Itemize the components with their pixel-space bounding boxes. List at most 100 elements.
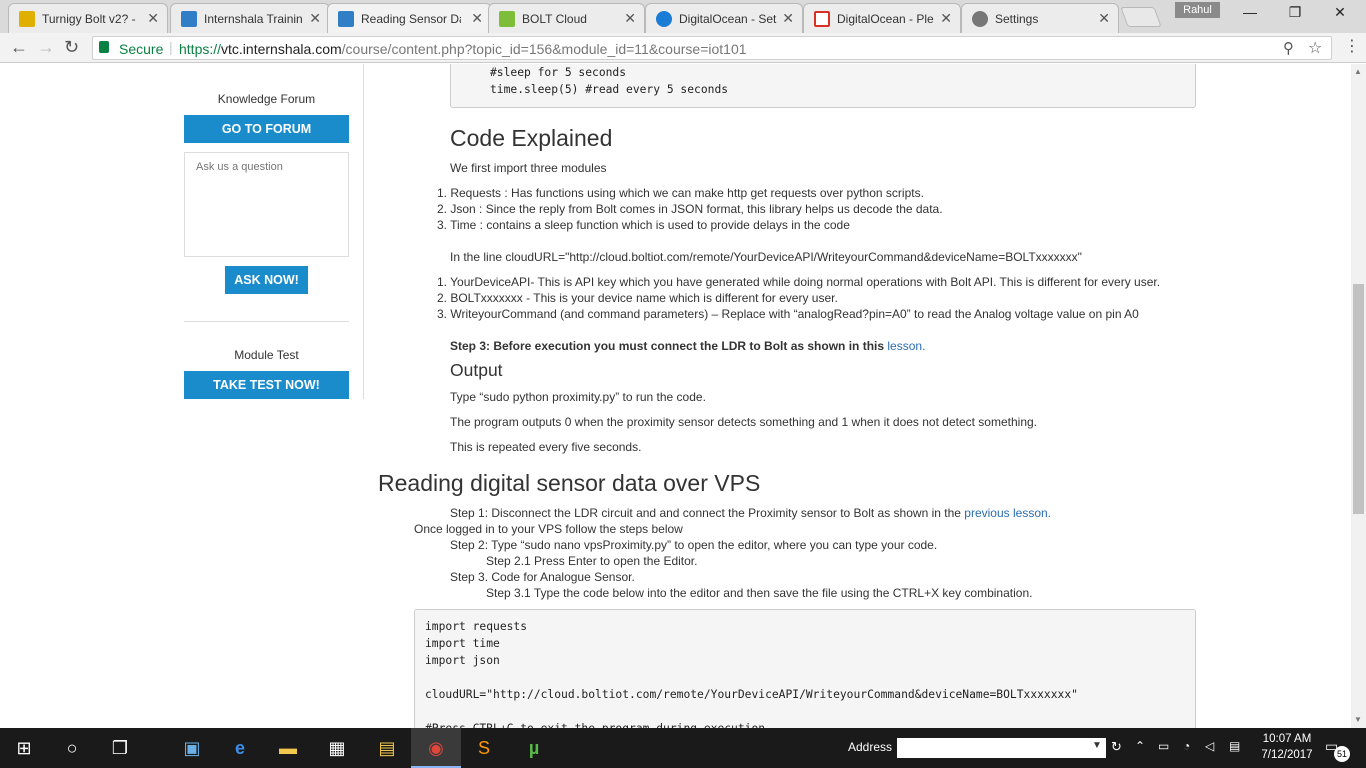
section-heading: Reading digital sensor data over VPS <box>378 470 761 496</box>
output-heading: Output <box>450 360 503 380</box>
restore-icon[interactable]: ❐ <box>1285 4 1305 21</box>
take-test-button[interactable]: TAKE TEST NOW! <box>184 371 349 399</box>
go-to-forum-button[interactable]: GO TO FORUM <box>184 115 349 143</box>
paragraph: This is repeated every five seconds. <box>450 440 642 454</box>
keyboard-icon[interactable]: ▤ <box>1229 739 1240 753</box>
step3-text: Step 3: Before execution you must connec… <box>450 339 926 353</box>
turnigy-icon <box>19 11 35 27</box>
tab-digitalocean-mail[interactable]: DigitalOcean - Ple ✕ <box>803 3 961 33</box>
tab-settings[interactable]: Settings ✕ <box>961 3 1119 33</box>
gear-icon <box>972 11 988 27</box>
tab-digitalocean-setup[interactable]: DigitalOcean - Set ✕ <box>645 3 803 33</box>
reload-icon[interactable]: ↻ <box>64 37 79 58</box>
list-item: 2. BOLTxxxxxxx - This is your device nam… <box>437 291 838 305</box>
code-line: import time <box>425 637 500 650</box>
edge-icon[interactable]: e <box>228 736 252 760</box>
tab-reading-sensor[interactable]: Reading Sensor Da ✕ <box>327 3 492 34</box>
bookmark-star-icon[interactable]: ☆ <box>1308 38 1322 58</box>
battery-icon[interactable]: ▭ <box>1158 739 1169 753</box>
menu-icon[interactable]: ⋮ <box>1344 36 1360 56</box>
chevron-up-icon[interactable]: ⌃ <box>1135 739 1145 753</box>
tab-bolt-cloud[interactable]: BOLT Cloud ✕ <box>488 3 645 33</box>
profile-badge[interactable]: Rahul <box>1175 2 1220 18</box>
sidebar-divider <box>363 64 364 399</box>
address-label: Address <box>848 740 893 754</box>
url-input[interactable]: Secure | https://vtc.internshala.com/cou… <box>92 36 1332 60</box>
clock-date[interactable]: 7/12/2017 <box>1256 749 1318 761</box>
close-tab-icon[interactable]: ✕ <box>782 10 794 27</box>
step2-text: Step 2: Type “sudo nano vpsProximity.py”… <box>450 538 938 552</box>
address-bar: ← → ↻ Secure | https://vtc.internshala.c… <box>0 33 1366 63</box>
list-item: 3. WriteyourCommand (and command paramet… <box>437 307 1139 321</box>
step1-text: Step 1: Disconnect the LDR circuit and a… <box>450 506 1051 520</box>
question-input[interactable] <box>184 152 349 257</box>
tab-internshala[interactable]: Internshala Trainin ✕ <box>170 3 330 33</box>
code-line: import json <box>425 654 500 667</box>
tab-turnigy[interactable]: Turnigy Bolt v2? - ✕ <box>8 3 168 33</box>
close-tab-icon[interactable]: ✕ <box>471 10 483 27</box>
previous-lesson-link[interactable]: previous lesson. <box>964 506 1051 520</box>
module-test-title: Module Test <box>234 348 299 362</box>
minimize-icon[interactable]: — <box>1240 4 1260 20</box>
clock-time[interactable]: 10:07 AM <box>1256 733 1318 745</box>
close-tab-icon[interactable]: ✕ <box>309 10 321 27</box>
pc-icon[interactable]: ▣ <box>180 736 204 760</box>
list-item: 2. Json : Since the reply from Bolt come… <box>437 202 943 216</box>
forum-title: Knowledge Forum <box>217 92 316 106</box>
utorrent-icon[interactable]: µ <box>522 736 546 760</box>
close-window-icon[interactable]: ✕ <box>1330 4 1350 21</box>
step2-1-text: Step 2.1 Press Enter to open the Editor. <box>486 554 698 568</box>
close-tab-icon[interactable]: ✕ <box>624 10 636 27</box>
paragraph: In the line cloudURL="http://cloud.bolti… <box>450 250 1082 264</box>
paragraph: The program outputs 0 when the proximity… <box>450 415 1037 429</box>
notification-count: 51 <box>1334 746 1350 762</box>
code-line: time.sleep(5) #read every 5 seconds <box>490 83 729 96</box>
code-block <box>414 609 1196 728</box>
step3-1-text: Step 3.1 Type the code below into the ed… <box>486 586 1033 600</box>
windows-start-icon[interactable]: ⊞ <box>12 736 36 760</box>
page-content: Knowledge Forum GO TO FORUM ASK NOW! Mod… <box>0 64 1351 728</box>
scroll-up-icon[interactable]: ▲ <box>1354 67 1362 76</box>
close-tab-icon[interactable]: ✕ <box>940 10 952 27</box>
volume-icon[interactable]: ◁ <box>1205 739 1214 753</box>
cortana-icon[interactable]: ○ <box>60 736 84 760</box>
zoom-icon[interactable]: ⚲ <box>1283 39 1294 57</box>
new-tab-button[interactable] <box>1120 7 1162 27</box>
close-tab-icon[interactable]: ✕ <box>1098 10 1110 27</box>
sidebar-separator <box>184 321 349 322</box>
forward-icon[interactable]: → <box>37 37 55 58</box>
wifi-icon[interactable]: ◔ <box>1183 739 1190 753</box>
bolt-icon <box>499 11 515 27</box>
paragraph: Once logged in to your VPS follow the st… <box>414 522 683 536</box>
sublime-icon[interactable]: S <box>472 736 496 760</box>
list-item: 3. Time : contains a sleep function whic… <box>437 218 850 232</box>
code-line: #sleep for 5 seconds <box>490 66 627 79</box>
code-explained-heading: Code Explained <box>450 125 613 151</box>
list-item: 1. Requests : Has functions using which … <box>437 186 924 200</box>
address-input[interactable] <box>897 738 1106 758</box>
gmail-icon <box>814 11 830 27</box>
close-tab-icon[interactable]: ✕ <box>147 10 159 27</box>
file-explorer-icon[interactable]: ▬ <box>276 736 300 760</box>
folder-icon[interactable]: ▤ <box>375 736 399 760</box>
ask-now-button[interactable]: ASK NOW! <box>225 266 308 294</box>
tab-bar: Turnigy Bolt v2? - ✕ Internshala Trainin… <box>0 0 1366 34</box>
task-view-icon[interactable]: ❐ <box>108 736 132 760</box>
step3-code-text: Step 3. Code for Analogue Sensor. <box>450 570 635 584</box>
store-icon[interactable]: ▦ <box>325 736 349 760</box>
scrollbar[interactable]: ▲ ▼ <box>1351 64 1366 728</box>
paragraph: We first import three modules <box>450 161 607 175</box>
internshala-icon <box>338 11 354 27</box>
code-line: cloudURL="http://cloud.boltiot.com/remot… <box>425 688 1078 701</box>
scroll-down-icon[interactable]: ▼ <box>1354 715 1362 724</box>
refresh-icon[interactable]: ↻ <box>1111 739 1122 755</box>
paragraph: Type “sudo python proximity.py” to run t… <box>450 390 706 404</box>
scrollbar-thumb[interactable] <box>1353 284 1364 514</box>
lock-icon <box>99 41 109 53</box>
chevron-down-icon[interactable]: ▼ <box>1092 740 1102 751</box>
taskbar: ⊞ ○ ❐ ▣ e ▬ ▦ ▤ ◉ S µ Address ▼ ↻ ⌃ ▭ ◔ … <box>0 728 1366 768</box>
lesson-link[interactable]: lesson. <box>887 339 925 353</box>
chrome-icon: ◉ <box>428 738 444 758</box>
back-icon[interactable]: ← <box>10 37 28 58</box>
internshala-icon <box>181 11 197 27</box>
